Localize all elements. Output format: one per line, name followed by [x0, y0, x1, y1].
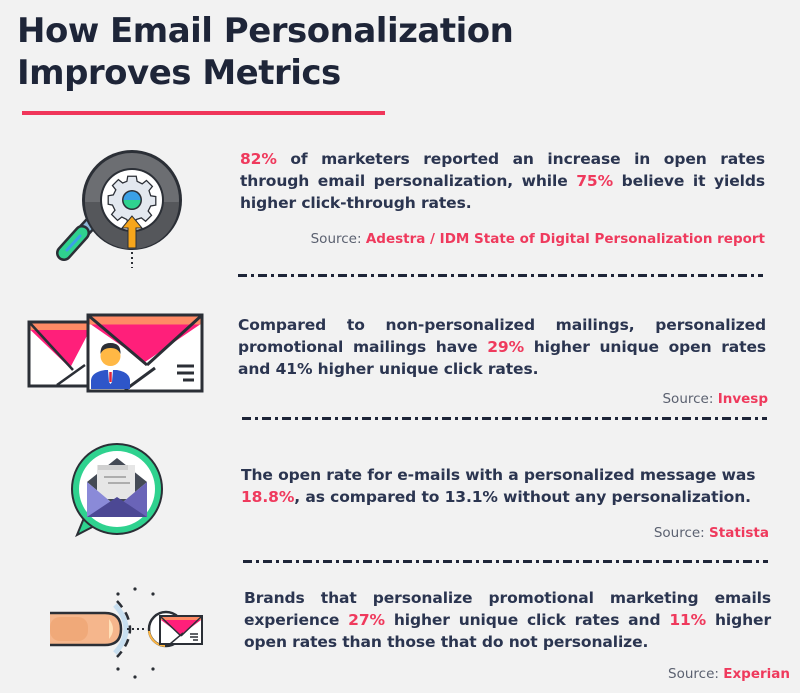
highlight-stat: 27% — [348, 611, 385, 629]
source-org: Adestra / IDM State of Digital Personali… — [365, 231, 765, 247]
stat-text-segment: , as compared to 13.1% without any perso… — [294, 488, 751, 506]
stat-text-2: Compared to non-personalized mailings, p… — [238, 314, 766, 380]
divider-1 — [238, 274, 763, 277]
source-label: Source: — [668, 666, 719, 682]
source-org: Invesp — [717, 391, 768, 407]
title-line-2: Improves Metrics — [17, 53, 341, 93]
highlight-stat: 29% — [487, 338, 525, 356]
title-line-1: How Email Personalization — [17, 11, 514, 51]
highlight-stat: 11% — [669, 611, 707, 629]
page-title: How Email Personalization Improves Metri… — [17, 10, 514, 94]
stat-text-1: 82% of marketers reported an increase in… — [240, 148, 765, 214]
highlight-stat: 82% — [240, 150, 277, 168]
finger-tap-email-icon — [50, 587, 203, 679]
source-label: Source: — [662, 391, 714, 407]
stat-text-3: The open rate for e-mails with a persona… — [241, 464, 769, 508]
title-underline — [22, 111, 385, 115]
divider-2 — [242, 417, 767, 420]
highlight-stat: 18.8% — [241, 488, 295, 506]
divider-3 — [243, 560, 768, 563]
source-line-2: Source: Invesp — [238, 390, 768, 408]
open-envelope-chat-bubble-icon — [71, 443, 163, 538]
source-label: Source: — [653, 525, 705, 541]
source-line-3: Source: Statista — [241, 524, 769, 542]
stat-text-segment: The open rate for e-mails with a persona… — [241, 466, 756, 484]
magnifier-gear-icon — [56, 150, 182, 268]
source-label: Source: — [310, 231, 362, 247]
source-org: Statista — [709, 525, 769, 541]
stat-text-4: Brands that personalize promotional mark… — [244, 587, 771, 653]
source-line-1: Source: Adestra / IDM State of Digital P… — [240, 230, 765, 248]
personalized-envelopes-icon — [27, 313, 204, 393]
stat-text-segment: higher unique click rates and — [384, 611, 670, 629]
source-line-4: Source: Experian — [244, 665, 790, 683]
highlight-stat: 75% — [576, 172, 614, 190]
source-org: Experian — [723, 666, 790, 682]
